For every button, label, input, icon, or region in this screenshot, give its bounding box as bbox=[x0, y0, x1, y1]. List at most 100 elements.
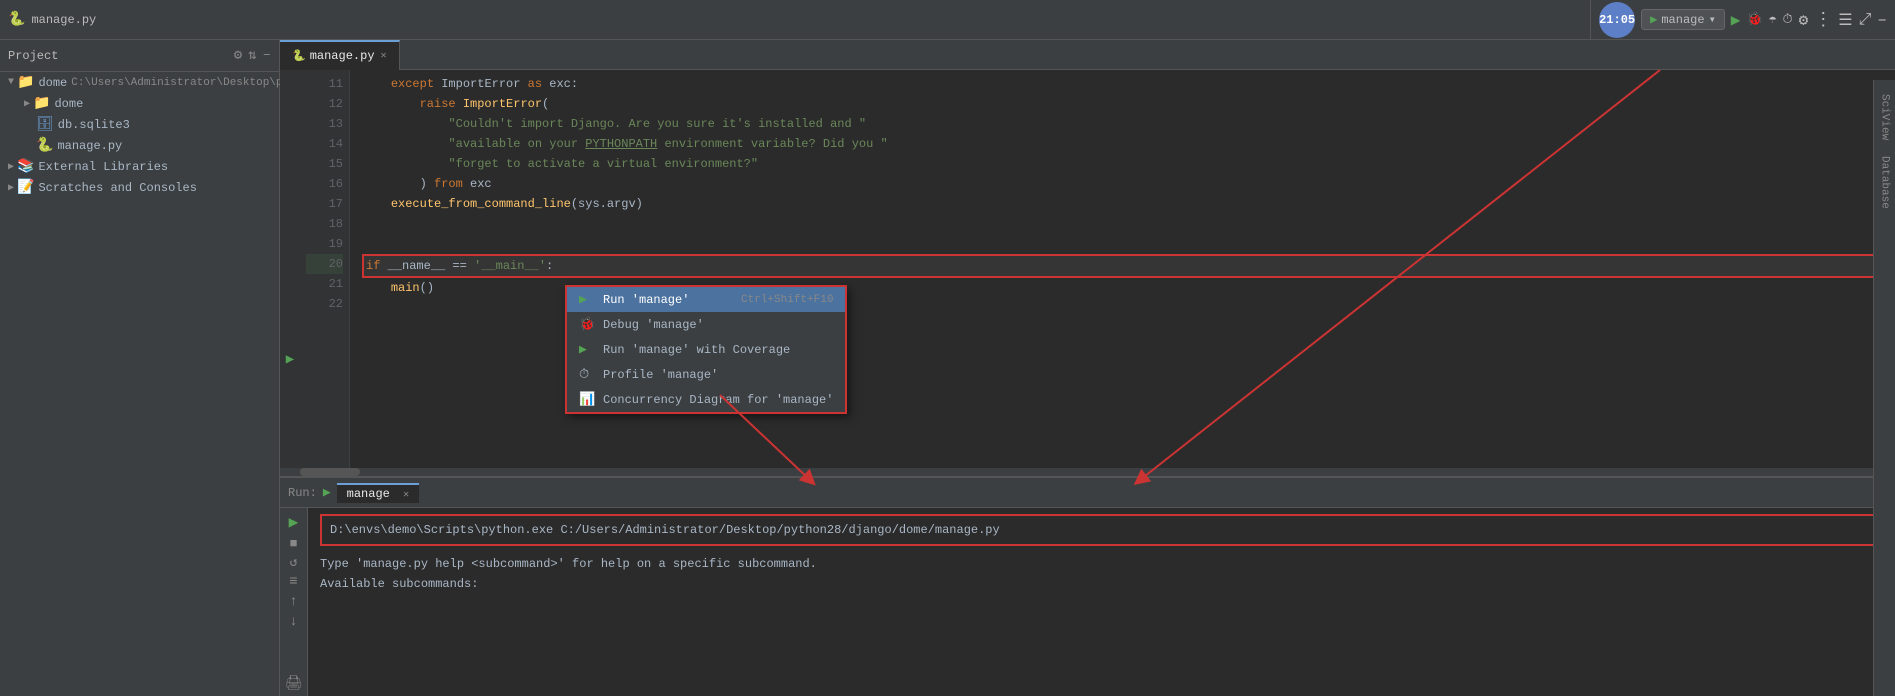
coverage-button[interactable]: ☂ bbox=[1769, 12, 1777, 27]
ctx-run-label: Run 'manage' bbox=[603, 293, 689, 307]
code-line-20: if __name__ == '__main__': bbox=[362, 254, 1895, 278]
run-rerun-button[interactable]: ↺ bbox=[290, 555, 298, 570]
main-layout: Project ⚙ ⇅ – ▼ 📁 dome C:\Users\Administ… bbox=[0, 40, 1895, 696]
debug-ctx-icon: 🐞 bbox=[579, 317, 595, 332]
bottom-tab-close[interactable]: ✕ bbox=[403, 490, 409, 501]
manage-dropdown[interactable]: ▶ manage ▾ bbox=[1641, 9, 1725, 30]
ctx-concurrency[interactable]: 📊 Concurrency Diagram for 'manage' bbox=[567, 387, 845, 412]
run-gutter: ▶ bbox=[280, 70, 300, 468]
ctx-debug-label: Debug 'manage' bbox=[603, 318, 704, 332]
arrow-icon: ▶ bbox=[24, 98, 30, 110]
run-down-button[interactable]: ↓ bbox=[289, 614, 297, 630]
sidebar-header: Project ⚙ ⇅ – bbox=[0, 40, 279, 72]
sidebar-settings-icon[interactable]: ⚙ bbox=[234, 47, 242, 64]
ctx-profile[interactable]: ⏱ Profile 'manage' bbox=[567, 362, 845, 387]
ctx-run[interactable]: ▶ Run 'manage' Ctrl+Shift+F10 bbox=[567, 287, 845, 312]
run-command-box: D:\envs\demo\Scripts\python.exe C:/Users… bbox=[320, 514, 1883, 546]
bottom-tab: Run: ▶ manage ✕ bbox=[288, 483, 419, 503]
run-align-button[interactable]: ≡ bbox=[289, 574, 297, 590]
context-menu: ▶ Run 'manage' Ctrl+Shift+F10 🐞 Debug 'm… bbox=[565, 285, 847, 414]
line-num: 21 bbox=[306, 274, 343, 294]
sidebar-item-db[interactable]: 🗄 db.sqlite3 bbox=[0, 114, 279, 135]
tab-label: manage.py bbox=[310, 49, 375, 63]
code-line-12: raise ImportError( bbox=[362, 94, 1895, 114]
sidebar-item-label: dome bbox=[38, 76, 67, 90]
ctx-profile-label: Profile 'manage' bbox=[603, 368, 718, 382]
debug-button[interactable]: 🐞 bbox=[1746, 12, 1762, 27]
arrow-icon: ▶ bbox=[8, 161, 14, 173]
ctx-run-coverage[interactable]: ▶ Run 'manage' with Coverage bbox=[567, 337, 845, 362]
vert-tab-sciview[interactable]: SciView bbox=[1877, 88, 1893, 146]
arrow-icon: ▼ bbox=[8, 77, 14, 88]
top-bar-title: manage.py bbox=[31, 13, 96, 27]
dropdown-icon: ▾ bbox=[1709, 12, 1716, 27]
sidebar-item-scratches[interactable]: ▶ 📝 Scratches and Consoles bbox=[0, 177, 279, 198]
project-sidebar: Project ⚙ ⇅ – ▼ 📁 dome C:\Users\Administ… bbox=[0, 40, 280, 696]
database-icon: 🗄 bbox=[36, 116, 54, 133]
run-stop-button[interactable]: ■ bbox=[290, 536, 298, 551]
run-print-button[interactable]: 🖨 bbox=[285, 675, 303, 692]
sidebar-item-label: db.sqlite3 bbox=[58, 118, 130, 132]
line-num: 17 bbox=[306, 194, 343, 214]
run-command-text: D:\envs\demo\Scripts\python.exe C:/Users… bbox=[330, 523, 1000, 537]
sidebar-item-manage[interactable]: 🐍 manage.py bbox=[0, 135, 279, 156]
tab-manage-py[interactable]: 🐍 manage.py ✕ bbox=[280, 40, 400, 70]
code-line-14: "available on your PYTHONPATH environmen… bbox=[362, 134, 1895, 154]
minimize-button[interactable]: – bbox=[1877, 11, 1887, 29]
bottom-panel: Run: ▶ manage ✕ ⚙ ▶ ■ ↺ ≡ ↑ ↓ 🖨 bbox=[280, 476, 1895, 696]
layout-button[interactable]: ☰ bbox=[1838, 10, 1852, 30]
line-num: 13 bbox=[306, 114, 343, 134]
sidebar-header-title: Project bbox=[8, 49, 234, 63]
settings-button[interactable]: ⚙ bbox=[1799, 10, 1809, 30]
sidebar-item-dome-folder[interactable]: ▶ 📁 dome bbox=[0, 93, 279, 114]
more-button[interactable]: ⋮ bbox=[1814, 9, 1832, 31]
run-button[interactable]: ▶ bbox=[1731, 10, 1741, 30]
run-play-button[interactable]: ▶ bbox=[289, 512, 299, 532]
run-ctx-icon: ▶ bbox=[579, 292, 595, 307]
code-line-11: except ImportError as exc: bbox=[362, 74, 1895, 94]
code-line-17: execute_from_command_line(sys.argv) bbox=[362, 194, 1895, 214]
output-line-1: Type 'manage.py help <subcommand>' for h… bbox=[320, 554, 1883, 574]
manage-label: manage bbox=[1661, 13, 1704, 27]
top-bar-icon: 🐍 bbox=[8, 11, 25, 28]
run-label: Run: bbox=[288, 486, 317, 500]
code-line-13: "Couldn't import Django. Are you sure it… bbox=[362, 114, 1895, 134]
vert-tab-database[interactable]: Database bbox=[1877, 150, 1893, 215]
run-up-button[interactable]: ↑ bbox=[289, 594, 297, 610]
line-num: 14 bbox=[306, 134, 343, 154]
line-num: 18 bbox=[306, 214, 343, 234]
concurrency-ctx-icon: 📊 bbox=[579, 392, 595, 407]
run-icon: ▶ bbox=[323, 485, 331, 500]
profile-button[interactable]: ⏱ bbox=[1782, 12, 1792, 27]
code-line-15: "forget to activate a virtual environmen… bbox=[362, 154, 1895, 174]
right-panel: 🐍 manage.py ✕ ▶ 11 12 13 14 15 16 17 18 … bbox=[280, 40, 1895, 696]
line-numbers: 11 12 13 14 15 16 17 18 19 20 21 22 bbox=[300, 70, 350, 468]
scratch-icon: 📝 bbox=[17, 179, 34, 196]
sidebar-item-label: dome bbox=[54, 97, 83, 111]
sidebar-item-label: manage.py bbox=[57, 139, 122, 153]
line-num: 19 bbox=[306, 234, 343, 254]
bottom-active-tab[interactable]: manage ✕ bbox=[337, 483, 419, 503]
folder-icon: 📁 bbox=[17, 74, 34, 91]
sidebar-item-external-libraries[interactable]: ▶ 📚 External Libraries bbox=[0, 156, 279, 177]
run-gutter-arrow[interactable]: ▶ bbox=[286, 351, 294, 368]
ctx-run-shortcut: Ctrl+Shift+F10 bbox=[721, 294, 833, 306]
code-line-16: ) from exc bbox=[362, 174, 1895, 194]
code-line-19 bbox=[362, 234, 1895, 254]
line-num: 15 bbox=[306, 154, 343, 174]
arrow-icon: ▶ bbox=[8, 182, 14, 194]
ctx-concurrency-label: Concurrency Diagram for 'manage' bbox=[603, 393, 833, 407]
library-icon: 📚 bbox=[17, 158, 34, 175]
sidebar-item-dome-root[interactable]: ▼ 📁 dome C:\Users\Administrator\Desktop\… bbox=[0, 72, 279, 93]
ctx-debug[interactable]: 🐞 Debug 'manage' bbox=[567, 312, 845, 337]
run-sidebar: ▶ ■ ↺ ≡ ↑ ↓ 🖨 bbox=[280, 508, 308, 696]
tab-close-icon[interactable]: ✕ bbox=[381, 50, 387, 62]
folder-icon: 📁 bbox=[33, 95, 50, 112]
output-line-3: Available subcommands: bbox=[320, 574, 1883, 594]
sidebar-item-label: Scratches and Consoles bbox=[38, 181, 196, 195]
horizontal-scrollbar[interactable] bbox=[280, 468, 1873, 476]
sidebar-sort-icon[interactable]: ⇅ bbox=[248, 47, 256, 64]
maximize-button[interactable]: ⤢ bbox=[1859, 11, 1872, 29]
sidebar-collapse-icon[interactable]: – bbox=[263, 47, 271, 64]
scrollbar-thumb[interactable] bbox=[300, 468, 360, 476]
